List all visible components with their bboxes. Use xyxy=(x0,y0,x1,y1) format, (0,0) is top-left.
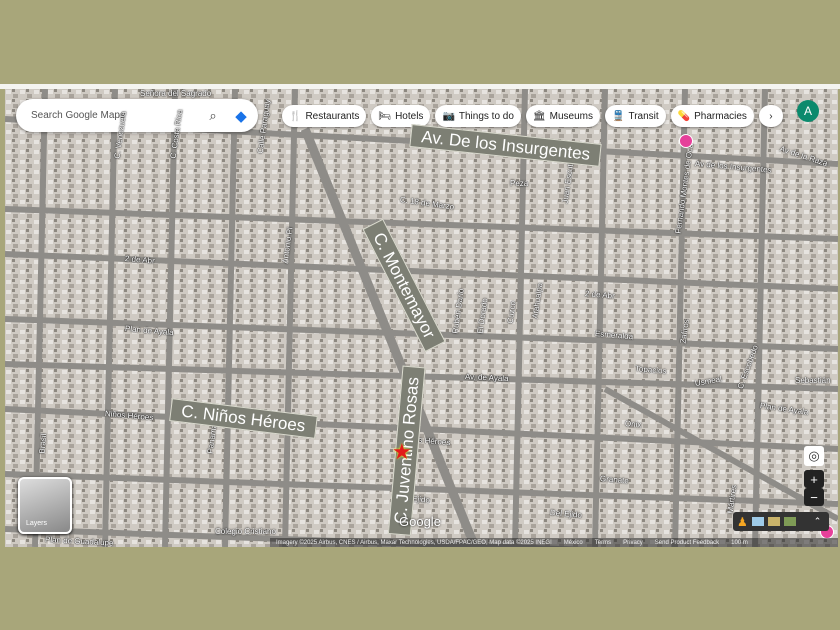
account-avatar[interactable]: A xyxy=(797,100,819,122)
zoom-out-button[interactable]: − xyxy=(804,488,824,506)
street-label: Brasil xyxy=(37,433,49,454)
chip-label: Hotels xyxy=(395,110,424,122)
restaurant-icon: 🍴 xyxy=(289,110,302,122)
place-pin-icon[interactable] xyxy=(679,134,693,148)
terrain-thumb-icon[interactable] xyxy=(767,517,780,526)
feedback-link[interactable]: Send Product Feedback xyxy=(655,540,719,546)
street-label: Sebastián xyxy=(795,376,831,385)
chevron-up-icon[interactable]: ⌃ xyxy=(814,516,822,527)
chip-transit[interactable]: 🚆 Transit xyxy=(605,105,666,127)
street-label: Peza xyxy=(510,179,529,188)
google-logo: Google xyxy=(399,514,441,529)
terms-link[interactable]: Terms xyxy=(595,540,611,546)
location-star-marker: ★ xyxy=(392,439,412,464)
chevron-right-icon: › xyxy=(769,110,773,122)
chips-next-button[interactable]: › xyxy=(758,105,783,127)
chip-museums[interactable]: 🏛 Museums xyxy=(525,105,600,127)
pegman-icon[interactable]: ♟ xyxy=(737,515,748,529)
crosshair-icon: ◎ xyxy=(808,448,820,463)
satellite-map[interactable]: Search Google Maps ⌕ ◆ 🍴 Restaurants 🛏 Hot… xyxy=(5,89,838,547)
my-location-button[interactable]: ◎ xyxy=(804,446,824,466)
country-link[interactable]: México xyxy=(564,540,583,546)
search-icon[interactable]: ⌕ xyxy=(202,108,224,124)
pharmacy-icon: 💊 xyxy=(677,110,691,122)
street-label: Colegio Cristiano xyxy=(215,527,276,536)
camera-icon: 📷 xyxy=(442,110,455,122)
transit-icon: 🚆 xyxy=(612,110,625,122)
chip-label: Museums xyxy=(549,110,593,122)
satellite-thumb-icon[interactable] xyxy=(783,517,796,526)
directions-icon[interactable]: ◆ xyxy=(230,107,252,125)
attribution-bar: Imagery ©2025 Airbus, CNES / Airbus, Max… xyxy=(270,538,838,547)
street-view-bar: ♟ ⌃ xyxy=(733,512,829,531)
imagery-credit: Imagery ©2025 Airbus, CNES / Airbus, Max… xyxy=(276,539,552,546)
search-box[interactable]: Search Google Maps ⌕ ◆ xyxy=(16,99,258,132)
layers-button[interactable]: Layers xyxy=(18,477,72,534)
museum-icon: 🏛 xyxy=(532,110,546,122)
chip-hotels[interactable]: 🛏 Hotels xyxy=(371,105,431,127)
layers-label: Layers xyxy=(26,520,48,527)
chip-things-to-do[interactable]: 📷 Things to do xyxy=(435,105,521,127)
chip-label: Restaurants xyxy=(305,110,360,122)
chip-label: Pharmacies xyxy=(694,110,747,122)
street-label: Señora del Sagrado xyxy=(140,89,212,98)
zoom-in-button[interactable]: + xyxy=(804,470,824,488)
map-thumb-icon[interactable] xyxy=(751,517,764,526)
chip-label: Transit xyxy=(628,110,659,122)
scale-bar[interactable]: 100 m xyxy=(731,540,748,546)
street-label: Onix xyxy=(624,419,642,430)
chip-pharmacies[interactable]: 💊 Pharmacies xyxy=(670,105,754,127)
chip-label: Things to do xyxy=(458,110,514,122)
hotel-icon: 🛏 xyxy=(378,110,392,122)
chip-restaurants[interactable]: 🍴 Restaurants xyxy=(282,105,367,127)
privacy-link[interactable]: Privacy xyxy=(623,540,643,546)
category-chips: 🍴 Restaurants 🛏 Hotels 📷 Things to do 🏛 Muse… xyxy=(282,105,783,127)
